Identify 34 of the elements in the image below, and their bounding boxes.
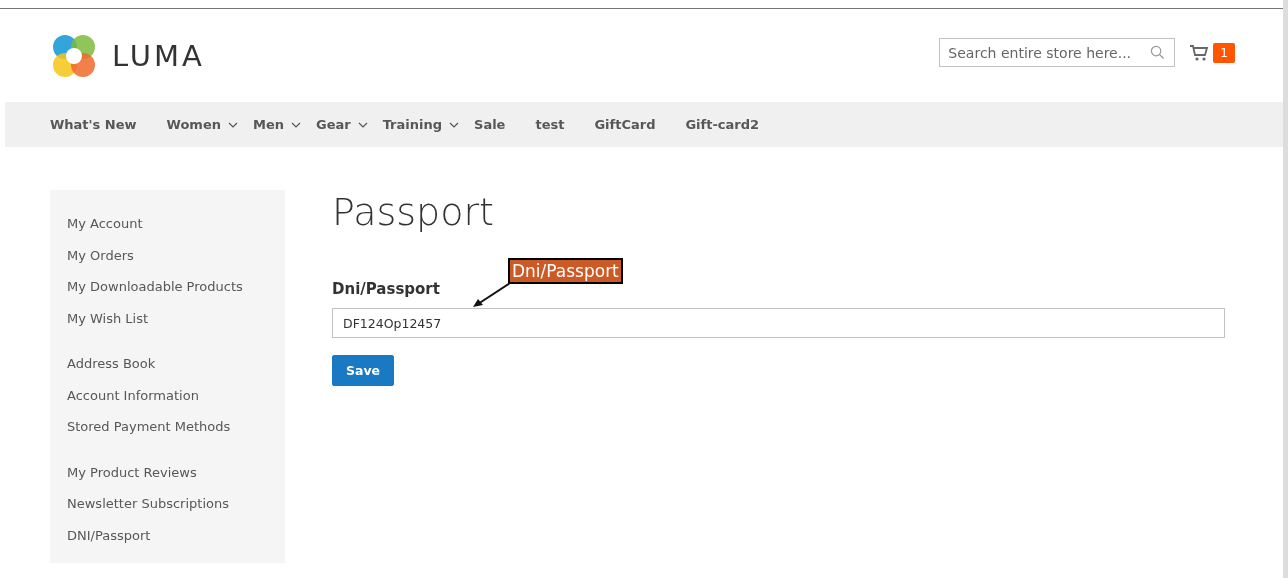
nav-item[interactable]: What's New (50, 117, 137, 132)
passport-input[interactable]: DF124Op12457 (332, 308, 1225, 338)
search-icon[interactable] (1150, 45, 1166, 60)
sidebar-link[interactable]: Stored Payment Methods (67, 411, 268, 443)
sidebar-link[interactable]: My Account (67, 208, 268, 240)
chevron-down-icon (291, 121, 301, 128)
nav-item[interactable]: Gift-card2 (685, 117, 760, 132)
sidebar-link[interactable]: Account Information (67, 379, 268, 411)
sidebar-link[interactable]: My Orders (67, 239, 268, 271)
page-title: Passport (332, 190, 495, 234)
sidebar-link[interactable]: Address Book (67, 348, 268, 380)
logo-text[interactable]: LUMA (112, 38, 205, 73)
cart-count-badge: 1 (1213, 42, 1235, 63)
search-field[interactable]: Search entire store here... (939, 38, 1176, 67)
chevron-down-icon (449, 121, 459, 128)
nav-item[interactable]: Sale (474, 117, 506, 132)
sidebar-link[interactable]: Newsletter Subscriptions (67, 488, 268, 520)
cart-icon[interactable] (1189, 43, 1210, 62)
nav-item[interactable]: GiftCard (594, 117, 656, 132)
sidebar-link[interactable]: My Downloadable Products (67, 271, 268, 303)
sidebar-link[interactable]: DNI/Passport (67, 519, 268, 551)
chevron-down-icon (357, 121, 368, 128)
nav-item[interactable]: Training (382, 117, 459, 132)
save-button[interactable]: Save (332, 355, 395, 386)
nav-item[interactable]: Women (166, 117, 238, 132)
nav-item[interactable]: test (535, 117, 565, 132)
sidebar-link[interactable]: My Product Reviews (67, 456, 268, 488)
sidebar-link[interactable]: My Wish List (67, 302, 268, 334)
nav-item[interactable]: Men (252, 117, 301, 132)
field-label: Dni/Passport (332, 280, 440, 298)
nav-item[interactable]: Gear (316, 117, 368, 132)
annotation-callout: Dni/Passport (508, 258, 623, 284)
annotation-arrow (472, 282, 512, 308)
chevron-down-icon (227, 121, 238, 128)
